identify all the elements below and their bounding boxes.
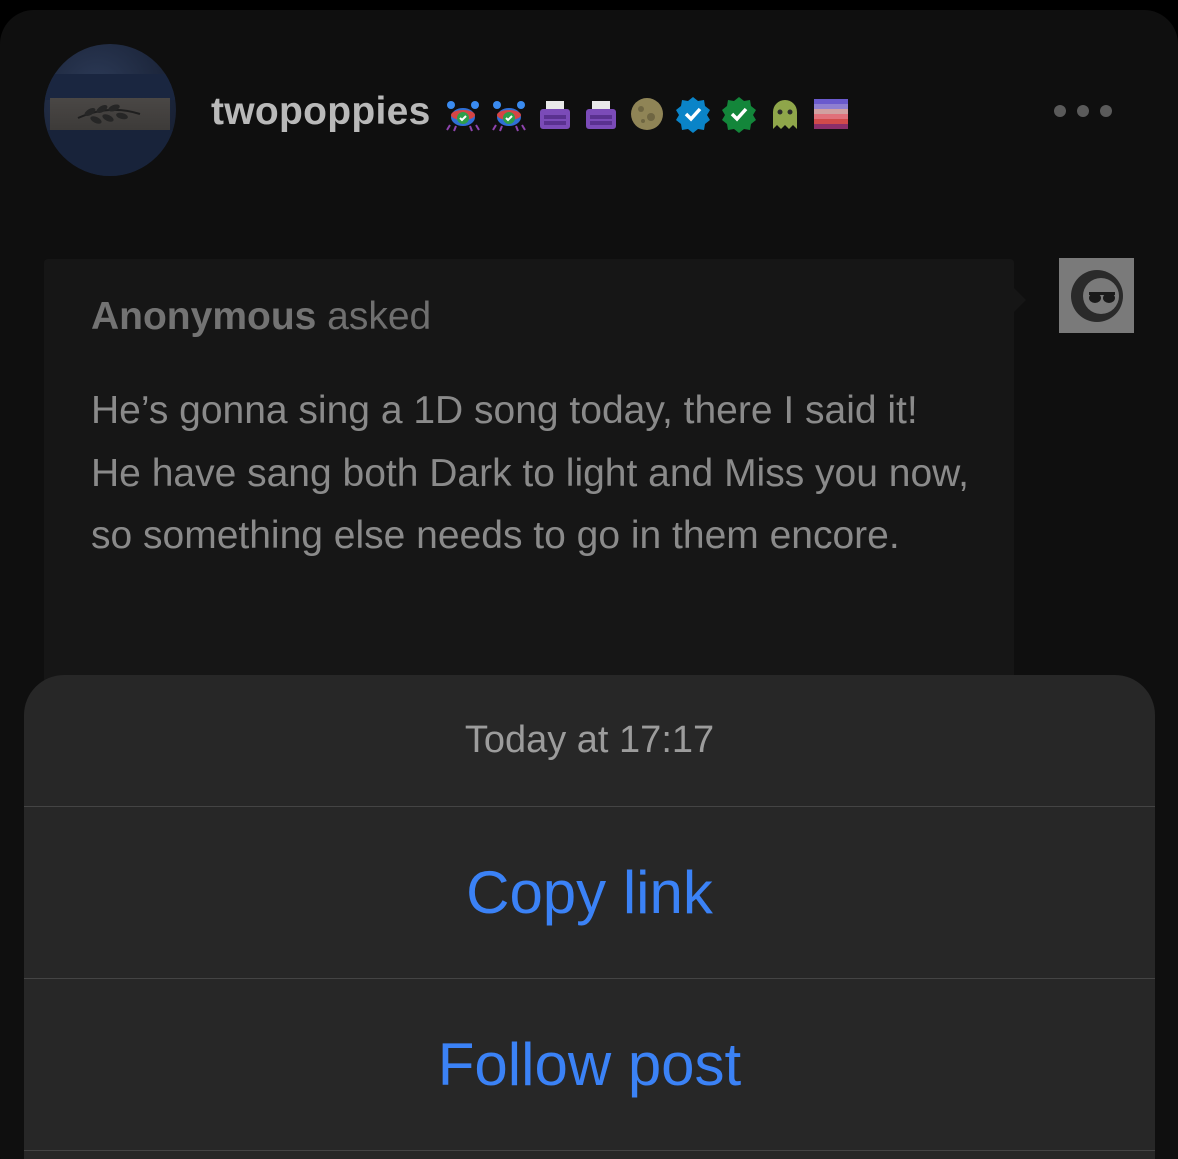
asked-label: asked — [316, 295, 432, 338]
asker-line: Anonymous asked — [91, 295, 431, 339]
follow-post-button[interactable]: Follow post — [24, 979, 1155, 1151]
badge-row — [444, 91, 858, 137]
gradient-stripes-badge-icon[interactable] — [812, 95, 850, 133]
copy-link-label: Copy link — [466, 859, 713, 926]
typewriter-badge-icon[interactable] — [582, 95, 620, 133]
blue-checkmark-badge-icon[interactable] — [674, 95, 712, 133]
sunglasses-face-icon — [1070, 269, 1123, 322]
username[interactable]: twopoppies — [211, 90, 431, 134]
typewriter-badge-icon[interactable] — [536, 95, 574, 133]
asker-name: Anonymous — [91, 295, 317, 338]
ghost-badge-icon[interactable] — [766, 95, 804, 133]
moon-badge-icon[interactable] — [628, 95, 666, 133]
action-sheet-header: Today at 17:17 — [24, 675, 1155, 807]
post-timestamp: Today at 17:17 — [464, 719, 715, 761]
follow-post-label: Follow post — [437, 1031, 742, 1098]
green-checkmark-badge-icon[interactable] — [720, 95, 758, 133]
screen: twopoppies Anonymous asked He’s gonna si… — [0, 0, 1178, 1159]
user-avatar[interactable] — [44, 44, 176, 176]
crab-verified-badge-icon[interactable] — [490, 95, 528, 133]
ask-bubble-pointer — [1012, 286, 1026, 314]
action-sheet: Today at 17:17 Copy link Follow post — [24, 675, 1155, 1159]
question-text: He’s gonna sing a 1D song today, there I… — [91, 389, 969, 557]
crab-verified-badge-icon[interactable] — [444, 95, 482, 133]
copy-link-button[interactable]: Copy link — [24, 807, 1155, 979]
ellipsis-icon[interactable] — [1054, 100, 1112, 122]
leaf-tattoo-icon — [77, 104, 141, 124]
anonymous-avatar — [1059, 258, 1134, 333]
